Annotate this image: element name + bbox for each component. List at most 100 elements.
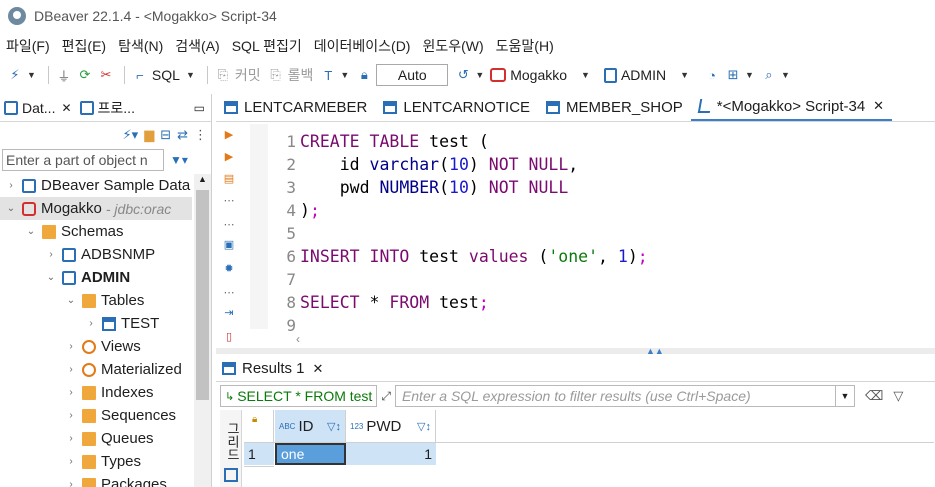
tree-item[interactable]: › DBeaver Sample Data xyxy=(0,174,192,197)
menu-database[interactable]: 데이터베이스(D) xyxy=(314,36,411,56)
menu-search[interactable]: 검색(A) xyxy=(175,36,219,56)
expand-icon[interactable]: › xyxy=(44,249,58,260)
code-line[interactable]: CREATE TABLE test ( xyxy=(300,130,648,153)
collapse-all-icon[interactable]: ⊟ xyxy=(160,127,171,143)
code-line[interactable]: ); xyxy=(300,199,648,222)
menu-edit[interactable]: 편집(E) xyxy=(62,36,106,56)
commit-button[interactable]: 커밋 xyxy=(235,65,261,85)
tree-item[interactable]: › ADBSNMP xyxy=(0,243,192,266)
filter-settings-icon[interactable]: ▽ xyxy=(893,388,903,404)
chevron-down-icon[interactable]: ▼ xyxy=(186,70,195,80)
reconnect-icon[interactable]: ⟳ xyxy=(76,66,94,84)
close-icon[interactable]: ✕ xyxy=(313,361,324,377)
tree-item[interactable]: ⌄ Schemas xyxy=(0,220,192,243)
expand-icon[interactable]: › xyxy=(64,341,78,352)
code-line[interactable]: INSERT INTO test values ('one', 1); xyxy=(300,245,648,268)
execute-new-tab-icon[interactable]: ▶ xyxy=(222,150,236,164)
code-line[interactable] xyxy=(300,268,648,291)
menu-file[interactable]: 파일(F) xyxy=(6,36,50,56)
code-line[interactable]: SELECT * FROM test; xyxy=(300,291,648,314)
tree-item[interactable]: › Sequences xyxy=(0,404,192,427)
chevron-down-icon[interactable]: ▼ xyxy=(781,70,790,80)
disconnect-icon[interactable]: ✂ xyxy=(97,66,115,84)
rollback-button[interactable]: 롤백 xyxy=(288,65,314,85)
row-number[interactable]: 1 xyxy=(244,443,274,465)
tree-item[interactable]: › Indexes xyxy=(0,381,192,404)
expand-icon[interactable]: ⤢ xyxy=(381,389,391,404)
tree-item[interactable]: › Packages xyxy=(0,473,192,487)
tree-item[interactable]: ⌄ ADMIN xyxy=(0,266,192,289)
active-query[interactable]: ↳ SELECT * FROM test xyxy=(220,385,378,407)
collapse-icon[interactable]: ⌄ xyxy=(4,203,18,214)
column-header-id[interactable]: ABC ID ▽↕ xyxy=(275,410,346,442)
search-icon[interactable]: ⌕ xyxy=(760,66,778,84)
expand-icon[interactable]: › xyxy=(64,364,78,375)
lock-icon[interactable]: 🔒︎ xyxy=(355,66,373,84)
minimize-icon[interactable]: ▭ xyxy=(194,101,205,115)
erd-icon[interactable]: ⊞ xyxy=(724,66,742,84)
tab-results-1[interactable]: Results 1 ✕ xyxy=(216,360,329,377)
new-connection-icon[interactable]: ⚡▾ xyxy=(123,127,139,143)
transaction-mode-combo[interactable]: Auto xyxy=(376,64,449,86)
menu-window[interactable]: 윈도우(W) xyxy=(422,36,483,56)
filter-icon[interactable]: ▼▾ xyxy=(170,153,188,167)
transaction-mode-icon[interactable]: T xyxy=(319,66,337,84)
sort-filter-icon[interactable]: ▽↕ xyxy=(417,420,431,433)
tree-item[interactable]: › Queues xyxy=(0,427,192,450)
scroll-left-icon[interactable]: ‹ xyxy=(296,332,300,346)
sql-editor[interactable]: ▶ ▶ ▤ ⋯ ⋯ ▣ ✹ ⋯ ⇥ ▯ 1 2 3 4 5 6 7 8 9 CREATE TAB… xyxy=(216,124,935,348)
menu-help[interactable]: 도움말(H) xyxy=(496,36,554,56)
history-icon[interactable]: ↺ xyxy=(454,66,472,84)
tree-item[interactable]: › Views xyxy=(0,335,192,358)
sort-filter-icon[interactable]: ▽↕ xyxy=(327,420,341,433)
sql-code[interactable]: CREATE TABLE test ( id varchar(10) NOT N… xyxy=(300,130,648,337)
code-line[interactable] xyxy=(300,222,648,245)
execute-script-icon[interactable]: ▤ xyxy=(222,172,236,186)
more-icon[interactable]: ⋯ xyxy=(222,194,236,208)
editor-tab[interactable]: MEMBER_SHOP xyxy=(538,93,691,121)
tab-projects[interactable]: 프로... xyxy=(79,98,135,118)
tree-item[interactable]: › Types xyxy=(0,450,192,473)
view-menu-icon[interactable]: ⋮ xyxy=(194,127,207,143)
chevron-down-icon[interactable]: ▼ xyxy=(27,70,36,80)
grid-view-label[interactable]: 그리드 xyxy=(223,422,242,461)
object-filter-input[interactable] xyxy=(2,149,164,171)
expand-icon[interactable]: › xyxy=(64,387,78,398)
erase-icon[interactable]: ⌫ xyxy=(865,388,883,404)
expand-icon[interactable]: › xyxy=(64,410,78,421)
expand-icon[interactable]: › xyxy=(64,456,78,467)
menu-sql-editor[interactable]: SQL 편집기 xyxy=(232,36,302,56)
table-cell[interactable]: one xyxy=(275,443,346,465)
results-filter-input[interactable] xyxy=(394,385,835,407)
expand-icon[interactable]: › xyxy=(84,318,98,329)
panel-divider[interactable]: ▲▲ xyxy=(216,346,935,356)
sql-editor-icon[interactable]: ⌐ xyxy=(131,66,149,84)
chevron-down-icon[interactable]: ▼ xyxy=(340,70,349,80)
expand-icon[interactable]: › xyxy=(4,180,18,191)
column-header-pwd[interactable]: 123 PWD ▽↕ xyxy=(346,410,436,442)
collapse-icon[interactable]: ⌄ xyxy=(64,295,78,306)
close-icon[interactable]: ✕ xyxy=(61,101,71,115)
tree-item[interactable]: › Materialized xyxy=(0,358,192,381)
close-icon[interactable]: ✕ xyxy=(873,98,884,114)
settings-icon[interactable]: ✹ xyxy=(222,262,236,276)
collapse-icon[interactable]: ⌄ xyxy=(24,226,38,237)
scroll-up-icon[interactable]: ▲ xyxy=(198,174,207,184)
expand-icon[interactable]: › xyxy=(64,479,78,487)
editor-horizontal-scrollbar[interactable]: ‹ xyxy=(296,330,935,346)
tree-item[interactable]: ⌄ Mogakko - jdbc:orac xyxy=(0,197,192,220)
connect-icon[interactable]: ⏚ xyxy=(55,66,73,84)
chevron-down-icon[interactable]: ▼ xyxy=(834,385,855,407)
tree-item[interactable]: ⌄ Tables xyxy=(0,289,192,312)
rollback-icon[interactable]: ⎘ xyxy=(267,66,285,84)
navigator-scrollbar[interactable]: ▲ xyxy=(194,174,211,487)
chevron-down-icon[interactable]: ▼ xyxy=(745,70,754,80)
editor-tab[interactable]: LENTCARNOTICE xyxy=(375,93,538,121)
new-connection-icon[interactable]: ⚡ xyxy=(6,66,24,84)
grid-icon[interactable] xyxy=(224,468,238,482)
datasource-selector[interactable]: Mogakko ▼ xyxy=(490,67,596,83)
dashboard-icon[interactable]: ◔ xyxy=(703,66,721,84)
commit-icon[interactable]: ⎘ xyxy=(214,66,232,84)
maximize-panel-icon[interactable]: ▲▲ xyxy=(646,346,664,356)
editor-tab[interactable]: LENTCARMEBER xyxy=(216,93,375,121)
